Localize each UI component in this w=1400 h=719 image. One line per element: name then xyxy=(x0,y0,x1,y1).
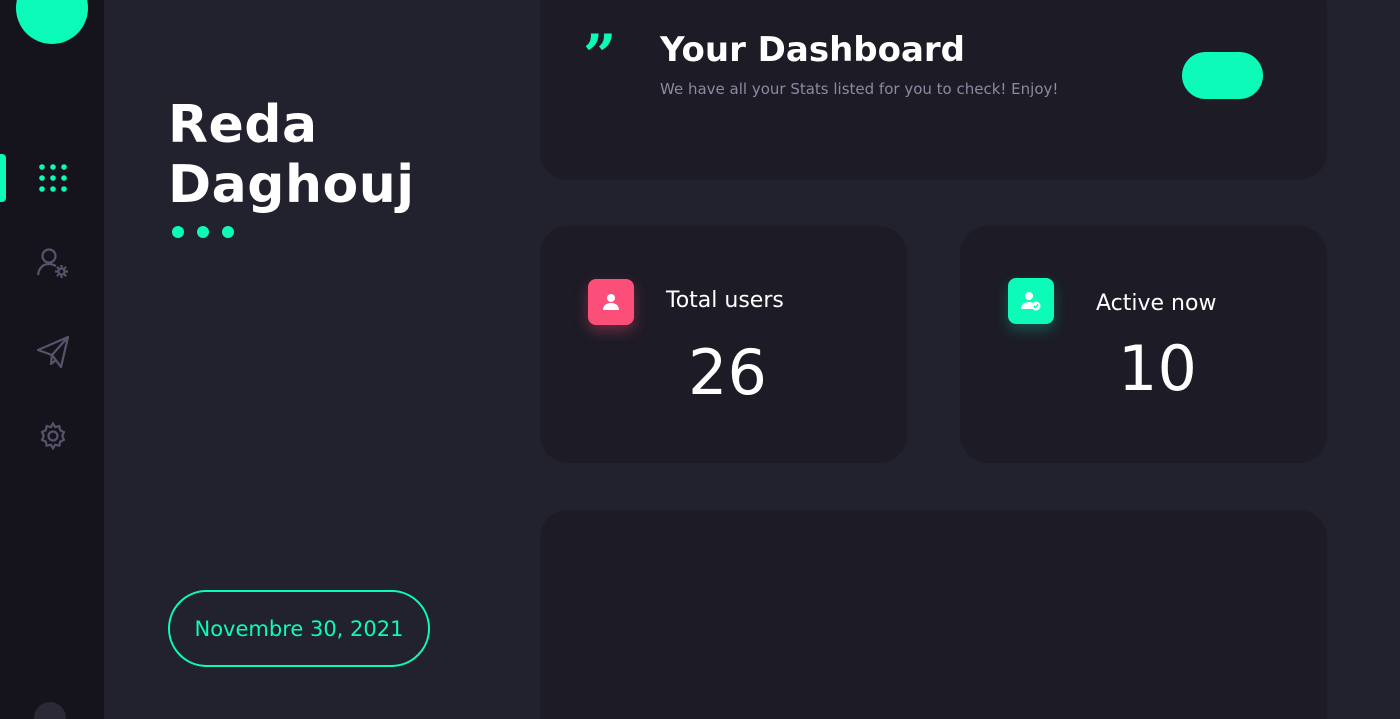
date-badge[interactable]: Novembre 30, 2021 xyxy=(168,590,430,667)
profile-name: Reda Daghouj xyxy=(168,95,498,215)
sidebar-item-messages[interactable] xyxy=(35,334,71,370)
profile-first-name: Reda xyxy=(168,95,318,155)
profile-last-name: Daghouj xyxy=(168,155,415,215)
active-now-value: 10 xyxy=(1118,332,1197,405)
header-action-button[interactable] xyxy=(1182,52,1263,99)
avatar[interactable] xyxy=(16,0,88,44)
sidebar-item-users[interactable] xyxy=(35,245,71,281)
chart-card xyxy=(540,510,1327,719)
gear-icon xyxy=(38,421,68,451)
sidebar-item-settings[interactable] xyxy=(35,418,71,454)
total-users-label: Total users xyxy=(666,288,784,313)
dashboard-app: Reda Daghouj Novembre 30, 2021 ” Your Da… xyxy=(0,0,1400,719)
sidebar-item-dashboard[interactable] xyxy=(35,160,71,196)
dot xyxy=(172,226,184,238)
grid-icon xyxy=(38,163,68,193)
user-settings-icon xyxy=(35,245,71,281)
send-icon xyxy=(35,334,71,370)
total-users-value: 26 xyxy=(688,336,767,409)
more-options-dots[interactable] xyxy=(172,226,234,238)
page-title: Your Dashboard xyxy=(660,30,966,70)
logout-icon[interactable] xyxy=(34,702,66,719)
active-now-card: Active now 10 xyxy=(960,226,1327,463)
dot xyxy=(222,226,234,238)
user-check-icon xyxy=(1008,278,1054,324)
user-icon xyxy=(588,279,634,325)
page-subtitle: We have all your Stats listed for you to… xyxy=(660,80,1059,98)
active-now-label: Active now xyxy=(1096,291,1217,316)
active-indicator xyxy=(0,154,6,202)
quote-icon: ” xyxy=(583,22,617,90)
sidebar xyxy=(0,0,104,719)
date-text: Novembre 30, 2021 xyxy=(194,616,404,641)
dashboard-header-card: ” Your Dashboard We have all your Stats … xyxy=(540,0,1327,180)
dot xyxy=(197,226,209,238)
total-users-card: Total users 26 xyxy=(540,226,907,463)
